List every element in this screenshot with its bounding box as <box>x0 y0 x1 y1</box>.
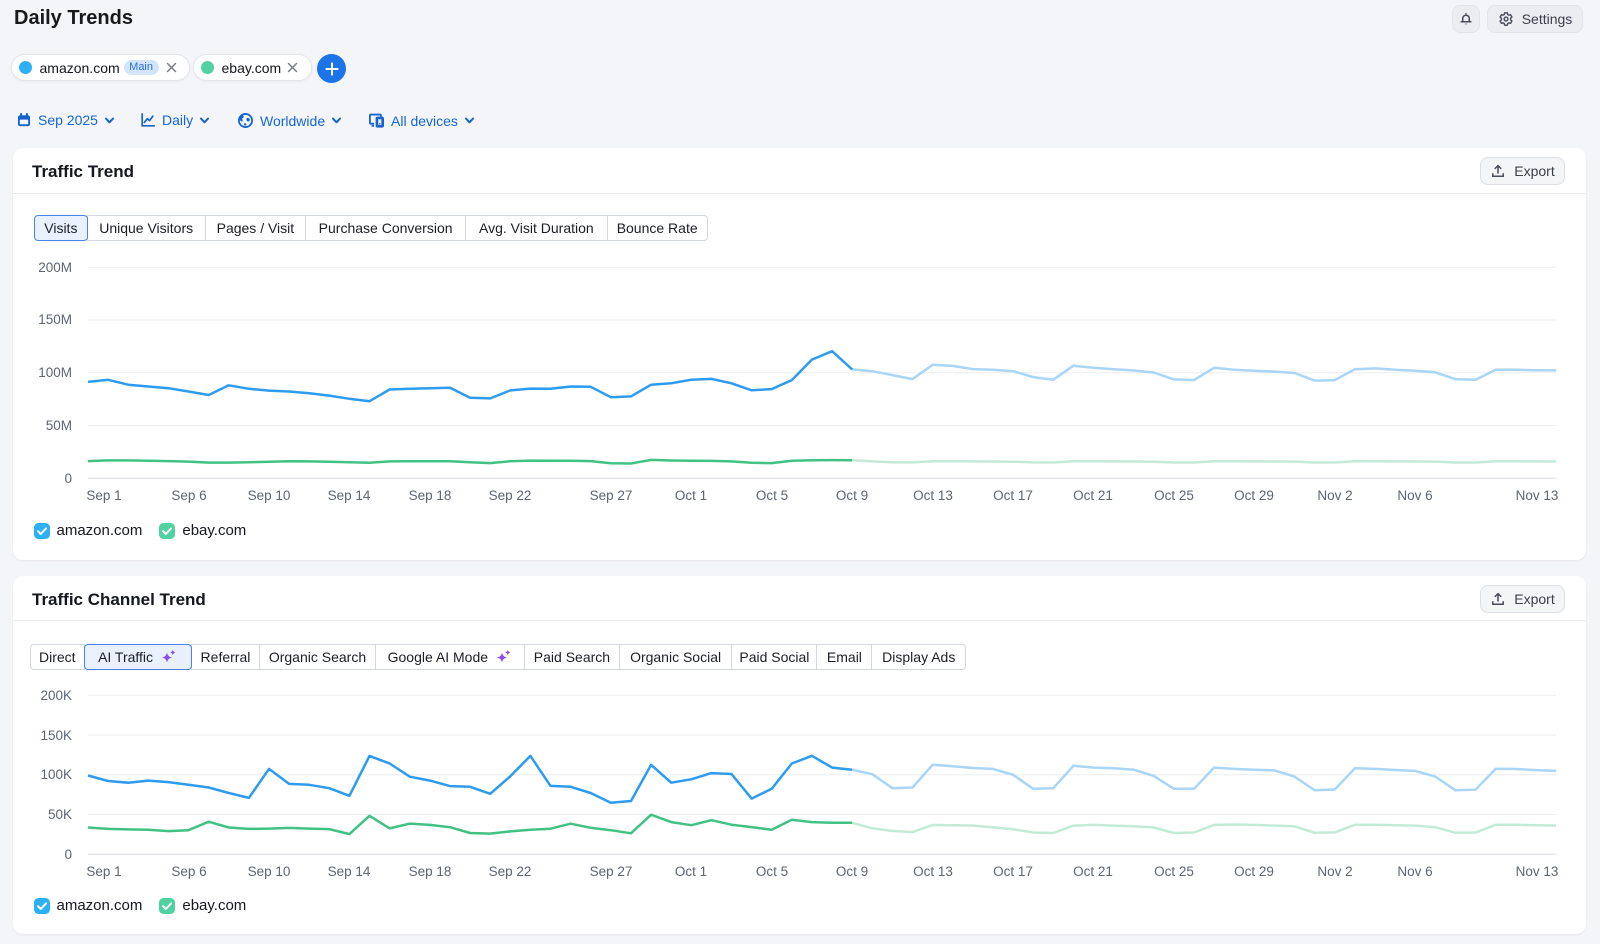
svg-text:Oct 29: Oct 29 <box>1234 488 1274 503</box>
svg-text:Sep 10: Sep 10 <box>248 488 291 503</box>
svg-text:Sep 27: Sep 27 <box>590 864 633 879</box>
svg-text:100M: 100M <box>38 365 72 380</box>
svg-text:Nov 2: Nov 2 <box>1317 864 1352 879</box>
svg-text:Sep 22: Sep 22 <box>489 488 532 503</box>
svg-text:50M: 50M <box>46 418 72 433</box>
svg-text:150M: 150M <box>38 312 72 327</box>
svg-text:Oct 17: Oct 17 <box>993 864 1033 879</box>
svg-text:Oct 9: Oct 9 <box>836 488 868 503</box>
svg-text:Nov 6: Nov 6 <box>1397 488 1432 503</box>
svg-text:150K: 150K <box>40 728 72 743</box>
svg-text:Nov 6: Nov 6 <box>1397 864 1432 879</box>
svg-text:200K: 200K <box>40 688 72 703</box>
svg-text:Oct 1: Oct 1 <box>675 488 707 503</box>
svg-text:200M: 200M <box>38 260 72 275</box>
svg-text:Oct 21: Oct 21 <box>1073 864 1113 879</box>
svg-text:Nov 2: Nov 2 <box>1317 488 1352 503</box>
svg-text:Sep 6: Sep 6 <box>171 488 206 503</box>
svg-text:Oct 25: Oct 25 <box>1154 488 1194 503</box>
svg-text:100K: 100K <box>40 767 72 782</box>
svg-text:Nov 13: Nov 13 <box>1516 864 1559 879</box>
svg-text:Oct 17: Oct 17 <box>993 488 1033 503</box>
svg-text:Oct 13: Oct 13 <box>913 488 953 503</box>
svg-text:Oct 5: Oct 5 <box>756 488 788 503</box>
svg-text:Oct 21: Oct 21 <box>1073 488 1113 503</box>
svg-text:0: 0 <box>64 847 72 862</box>
svg-text:Oct 5: Oct 5 <box>756 864 788 879</box>
svg-text:Sep 27: Sep 27 <box>590 488 633 503</box>
svg-text:Sep 22: Sep 22 <box>489 864 532 879</box>
svg-text:0: 0 <box>64 471 72 486</box>
svg-text:Oct 9: Oct 9 <box>836 864 868 879</box>
svg-text:Sep 14: Sep 14 <box>328 488 371 503</box>
svg-text:50K: 50K <box>48 807 72 822</box>
svg-text:Nov 13: Nov 13 <box>1516 488 1559 503</box>
svg-text:Sep 1: Sep 1 <box>86 864 121 879</box>
svg-text:Sep 14: Sep 14 <box>328 864 371 879</box>
svg-text:Sep 18: Sep 18 <box>409 488 452 503</box>
svg-text:Sep 1: Sep 1 <box>86 488 121 503</box>
svg-text:Oct 13: Oct 13 <box>913 864 953 879</box>
svg-text:Sep 18: Sep 18 <box>409 864 452 879</box>
svg-text:Sep 6: Sep 6 <box>171 864 206 879</box>
svg-text:Oct 1: Oct 1 <box>675 864 707 879</box>
svg-text:Sep 10: Sep 10 <box>248 864 291 879</box>
svg-text:Oct 29: Oct 29 <box>1234 864 1274 879</box>
svg-text:Oct 25: Oct 25 <box>1154 864 1194 879</box>
